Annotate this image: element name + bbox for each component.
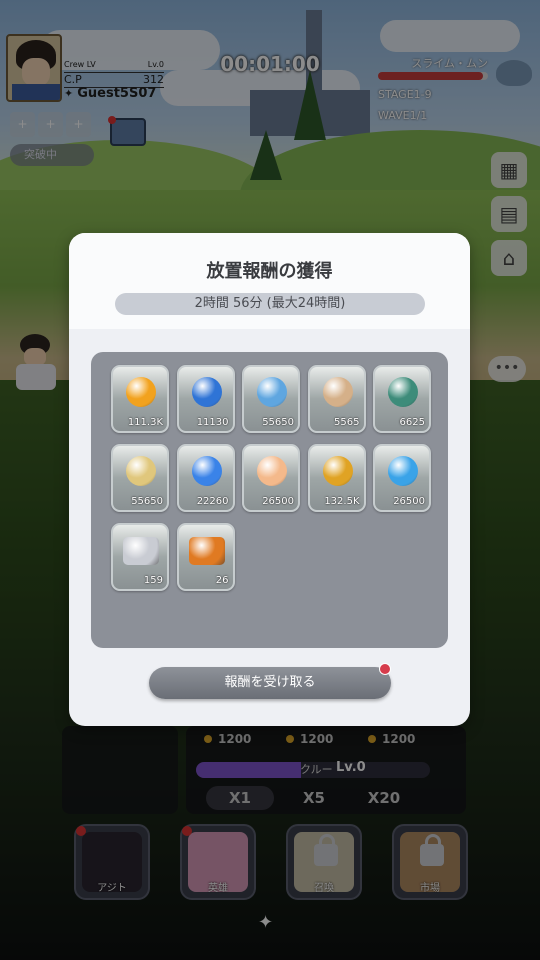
gold-coin-icon: [126, 377, 156, 407]
reward-count: 55650: [262, 417, 294, 428]
reward-item[interactable]: 55650: [111, 444, 169, 512]
reward-count: 26500: [393, 496, 425, 507]
star-emblem-icon: [322, 377, 353, 407]
blue-yarn-ball-icon: [388, 456, 418, 486]
reward-count: 55650: [131, 496, 163, 507]
reward-count: 26: [215, 575, 229, 586]
reward-item[interactable]: 6625: [373, 365, 431, 433]
reward-item[interactable]: 22260: [176, 444, 235, 512]
reward-item[interactable]: 55650: [242, 365, 300, 433]
reward-count: 26500: [262, 496, 294, 507]
idle-time-display: 2時間 56分 (最大24時間): [115, 293, 425, 315]
reward-count: 11130: [196, 417, 229, 428]
silver-chest-icon: [123, 537, 159, 565]
reward-count: 132.5K: [324, 496, 360, 507]
reward-count: 22260: [196, 496, 229, 507]
reward-count: 6625: [399, 417, 425, 428]
blue-orb-icon: [191, 377, 222, 407]
peach-icon: [257, 456, 287, 486]
reward-item[interactable]: 11130: [176, 365, 235, 433]
reward-item[interactable]: 5565: [307, 365, 366, 433]
gold-chest-icon: [188, 537, 225, 565]
claim-reward-button[interactable]: 報酬を受け取る: [149, 667, 391, 699]
reward-grid: 111.3K 11130 55650 5565 6625 55650 22260 26500 1…: [91, 352, 448, 648]
idle-reward-dialog: 放置報酬の獲得 2時間 56分 (最大24時間) 111.3K 11130 5565…: [69, 233, 470, 726]
fish-icon: [257, 377, 287, 407]
reward-item[interactable]: 132.5K: [307, 444, 366, 512]
reward-item[interactable]: 26: [176, 523, 235, 591]
world-orb-icon: [388, 377, 418, 407]
notification-dot: [379, 663, 391, 675]
blue-crystal-icon: [191, 456, 222, 486]
trophy-icon: [322, 456, 353, 486]
reward-count: 159: [143, 575, 163, 586]
reward-item[interactable]: 26500: [373, 444, 431, 512]
compass-star-icon: [126, 456, 156, 486]
dialog-title: 放置報酬の獲得: [206, 261, 333, 282]
reward-count: 111.3K: [127, 417, 163, 428]
reward-item[interactable]: 159: [111, 523, 169, 591]
reward-item[interactable]: 26500: [242, 444, 300, 512]
reward-item[interactable]: 111.3K: [111, 365, 169, 433]
reward-count: 5565: [334, 417, 360, 428]
